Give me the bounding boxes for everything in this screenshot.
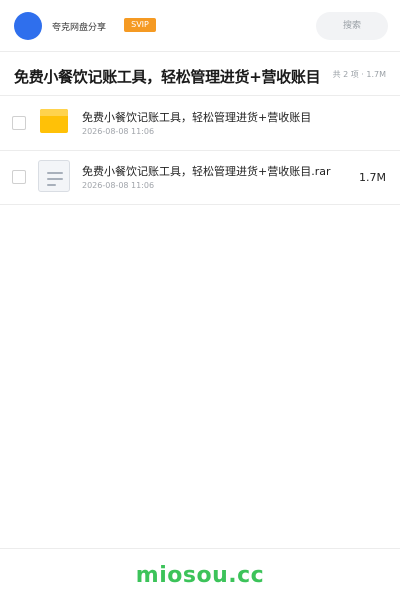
folder-header: 免费小餐饮记账工具，轻松管理进货+营收账目 共 2 项 · 1.7M xyxy=(0,52,400,96)
file-date: 2026-08-08 11:06 xyxy=(82,181,155,190)
file-date: 2026-08-08 11:06 xyxy=(82,127,155,136)
file-size: 1.7M xyxy=(359,171,386,184)
list-item[interactable]: 免费小餐饮记账工具，轻松管理进货+营收账目 2026-08-08 11:06 xyxy=(0,97,400,151)
avatar[interactable] xyxy=(14,12,42,40)
item-summary: 共 2 项 · 1.7M xyxy=(332,70,386,79)
file-name: 免费小餐饮记账工具，轻松管理进货+营收账目.rar xyxy=(82,165,331,178)
watermark: miosou.cc xyxy=(135,563,265,588)
search-button[interactable]: 搜索 xyxy=(316,12,388,40)
app-name: 夸克网盘分享 xyxy=(52,23,107,33)
select-checkbox[interactable] xyxy=(12,116,26,130)
folder-icon xyxy=(40,109,68,133)
page-title: 免费小餐饮记账工具，轻松管理进货+营收账目 xyxy=(14,68,321,86)
vip-badge: SVIP xyxy=(124,18,156,32)
select-checkbox[interactable] xyxy=(12,170,26,184)
footer: miosou.cc xyxy=(0,548,400,600)
list-item[interactable]: 免费小餐饮记账工具，轻松管理进货+营收账目.rar 2026-08-08 11:… xyxy=(0,151,400,205)
file-name: 免费小餐饮记账工具，轻松管理进货+营收账目 xyxy=(82,111,312,124)
file-document-icon xyxy=(38,160,70,192)
top-bar: 夸克网盘分享 SVIP 搜索 xyxy=(0,0,400,52)
